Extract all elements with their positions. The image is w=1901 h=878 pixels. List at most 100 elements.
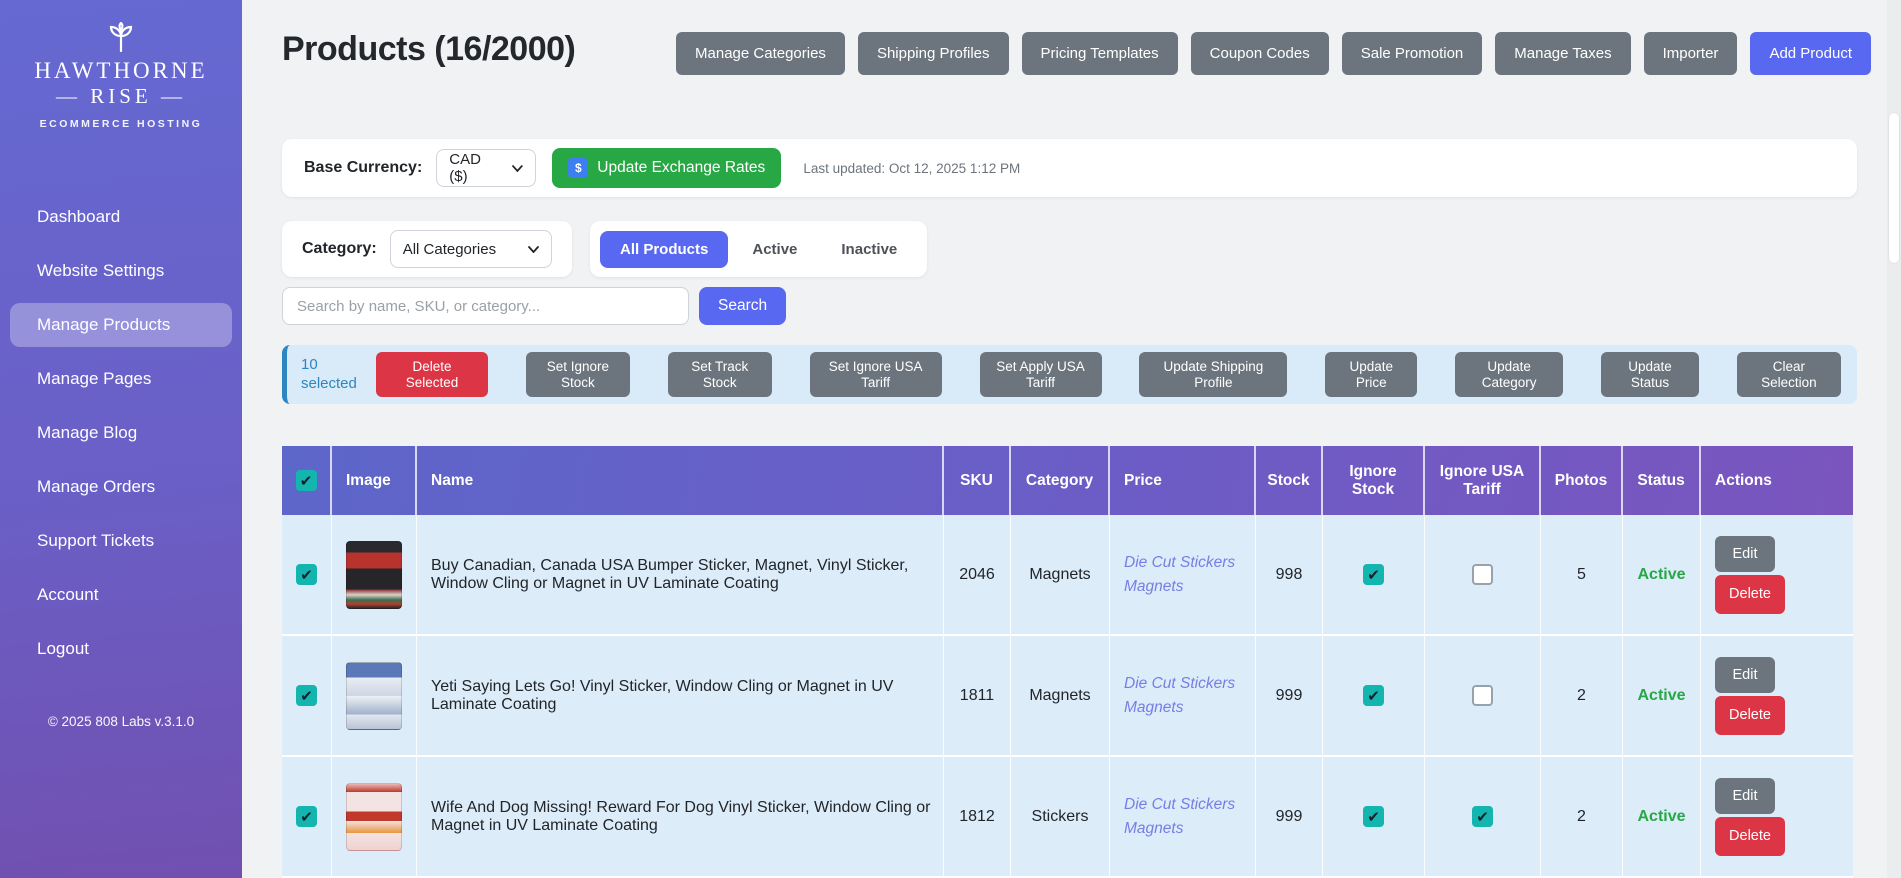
edit-button[interactable]: Edit (1715, 535, 1775, 572)
search-button[interactable]: Search (699, 287, 787, 325)
clear-selection-button[interactable]: Clear Selection (1736, 352, 1841, 397)
column-header-stock: Stock (1256, 446, 1323, 515)
sidebar-item-manage-pages[interactable]: Manage Pages (10, 357, 232, 401)
update-exchange-rates-button[interactable]: $ Update Exchange Rates (552, 148, 782, 188)
bulk-buttons: Delete Selected Set Ignore Stock Set Tra… (376, 352, 1841, 397)
sidebar-item-manage-blog[interactable]: Manage Blog (10, 411, 232, 455)
product-image[interactable] (346, 661, 402, 730)
product-photos-count: 5 (1541, 515, 1623, 636)
row-actions: Edit Delete (1715, 777, 1785, 856)
product-category: Magnets (1011, 515, 1110, 636)
set-track-stock-button[interactable]: Set Track Stock (667, 352, 772, 397)
page-title: Products (16/2000) (282, 30, 576, 68)
column-header-category: Category (1011, 446, 1110, 515)
row-select-checkbox[interactable]: ✔ (296, 806, 317, 827)
edit-button[interactable]: Edit (1715, 777, 1775, 814)
update-exchange-rates-label: Update Exchange Rates (597, 159, 766, 176)
set-ignore-stock-button[interactable]: Set Ignore Stock (525, 352, 630, 397)
currency-exchange-icon: $ (568, 158, 589, 178)
add-product-button[interactable]: Add Product (1750, 32, 1871, 75)
row-actions: Edit Delete (1715, 535, 1785, 614)
delete-selected-button[interactable]: Delete Selected (376, 352, 488, 397)
product-name: Wife And Dog Missing! Reward For Dog Vin… (417, 757, 944, 878)
update-price-button[interactable]: Update Price (1325, 352, 1418, 397)
column-header-ignore-stock: Ignore Stock (1323, 446, 1425, 515)
base-currency-select[interactable]: CAD ($) (436, 149, 537, 187)
delete-button[interactable]: Delete (1715, 574, 1785, 614)
sidebar-footer-version: © 2025 808 Labs v.3.1.0 (47, 713, 195, 729)
ignore-stock-checkbox[interactable]: ✔ (1363, 806, 1384, 827)
tab-inactive[interactable]: Inactive (821, 231, 917, 268)
ignore-stock-checkbox[interactable]: ✔ (1363, 685, 1384, 706)
sidebar-item-account[interactable]: Account (10, 573, 232, 617)
coupon-codes-button[interactable]: Coupon Codes (1190, 32, 1329, 75)
set-apply-usa-tariff-button[interactable]: Set Apply USA Tariff (979, 352, 1102, 397)
scrollbar[interactable] (1887, 0, 1901, 878)
column-header-sku: SKU (944, 446, 1011, 515)
product-sku: 1812 (944, 757, 1011, 878)
edit-button[interactable]: Edit (1715, 656, 1775, 693)
product-image-cell (332, 515, 417, 636)
search-input[interactable] (282, 287, 689, 325)
tab-all-products[interactable]: All Products (600, 230, 729, 268)
sidebar-item-logout[interactable]: Logout (10, 627, 232, 671)
status-badge: Active (1637, 565, 1686, 583)
table-row: ✔ Yeti Saying Lets Go! Vinyl Sticker, Wi… (282, 636, 1853, 757)
product-category: Magnets (1011, 636, 1110, 757)
product-image[interactable] (346, 540, 402, 609)
row-select-checkbox[interactable]: ✔ (296, 564, 317, 585)
scrollbar-thumb[interactable] (1888, 112, 1900, 264)
column-header-price: Price (1110, 446, 1256, 515)
pricing-templates-button[interactable]: Pricing Templates (1021, 32, 1178, 75)
shipping-profiles-button[interactable]: Shipping Profiles (857, 32, 1009, 75)
column-header-actions: Actions (1715, 471, 1772, 489)
base-currency-value: CAD ($) (449, 151, 481, 185)
manage-taxes-button[interactable]: Manage Taxes (1495, 32, 1631, 75)
delete-button[interactable]: Delete (1715, 816, 1785, 856)
update-shipping-profile-button[interactable]: Update Shipping Profile (1139, 352, 1288, 397)
row-actions: Edit Delete (1715, 656, 1785, 735)
ignore-usa-tariff-checkbox[interactable]: ✔ (1472, 806, 1493, 827)
status-badge: Active (1637, 686, 1686, 704)
product-image-cell (332, 757, 417, 878)
update-status-button[interactable]: Update Status (1601, 352, 1699, 397)
ignore-usa-tariff-checkbox[interactable] (1472, 564, 1493, 585)
selected-count-word: selected (301, 374, 357, 392)
sidebar-item-manage-orders[interactable]: Manage Orders (10, 465, 232, 509)
set-ignore-usa-tariff-button[interactable]: Set Ignore USA Tariff (809, 352, 942, 397)
sidebar-item-manage-products[interactable]: Manage Products (10, 302, 232, 347)
category-select[interactable]: All Categories (389, 230, 552, 268)
sale-promotion-button[interactable]: Sale Promotion (1341, 32, 1483, 75)
product-name: Yeti Saying Lets Go! Vinyl Sticker, Wind… (417, 636, 944, 757)
main-content: Products (16/2000) Manage Categories Shi… (242, 0, 1901, 878)
delete-button[interactable]: Delete (1715, 695, 1785, 735)
sidebar-nav: Dashboard Website Settings Manage Produc… (0, 190, 242, 676)
select-all-checkbox[interactable]: ✔ (295, 470, 317, 491)
product-image[interactable] (346, 782, 402, 851)
pricing-template-link[interactable]: Die Cut Stickers Magnets (1124, 551, 1247, 598)
ignore-stock-cell: ✔ (1323, 636, 1425, 757)
column-header-name: Name (417, 446, 944, 515)
sidebar-item-support-tickets[interactable]: Support Tickets (10, 519, 232, 563)
table-header-row: ✔ Image Name SKU Category Price Stock Ig… (282, 446, 1853, 515)
brand-name-line2: — RISE — (55, 84, 186, 109)
sidebar-item-dashboard[interactable]: Dashboard (10, 195, 232, 239)
ignore-stock-checkbox[interactable]: ✔ (1363, 564, 1384, 585)
importer-button[interactable]: Importer (1643, 32, 1738, 75)
ignore-usa-tariff-cell (1425, 515, 1541, 636)
pricing-template-link[interactable]: Die Cut Stickers Magnets (1124, 793, 1247, 840)
brand-subtitle: ECOMMERCE HOSTING (39, 117, 203, 130)
manage-categories-button[interactable]: Manage Categories (676, 32, 845, 75)
column-header-ignore-usa-tariff: Ignore USA Tariff (1425, 446, 1541, 515)
column-header-status: Status (1623, 446, 1701, 515)
ignore-usa-tariff-checkbox[interactable] (1472, 685, 1493, 706)
update-category-button[interactable]: Update Category (1455, 352, 1564, 397)
product-name: Buy Canadian, Canada USA Bumper Sticker,… (417, 515, 944, 636)
row-select-checkbox[interactable]: ✔ (296, 685, 317, 706)
chevron-down-icon (512, 164, 524, 172)
bulk-actions-bar: 10 selected Delete Selected Set Ignore S… (282, 345, 1857, 404)
row-select-cell: ✔ (282, 636, 332, 757)
tab-active[interactable]: Active (732, 231, 817, 268)
pricing-template-link[interactable]: Die Cut Stickers Magnets (1124, 672, 1247, 719)
sidebar-item-website-settings[interactable]: Website Settings (10, 249, 232, 293)
